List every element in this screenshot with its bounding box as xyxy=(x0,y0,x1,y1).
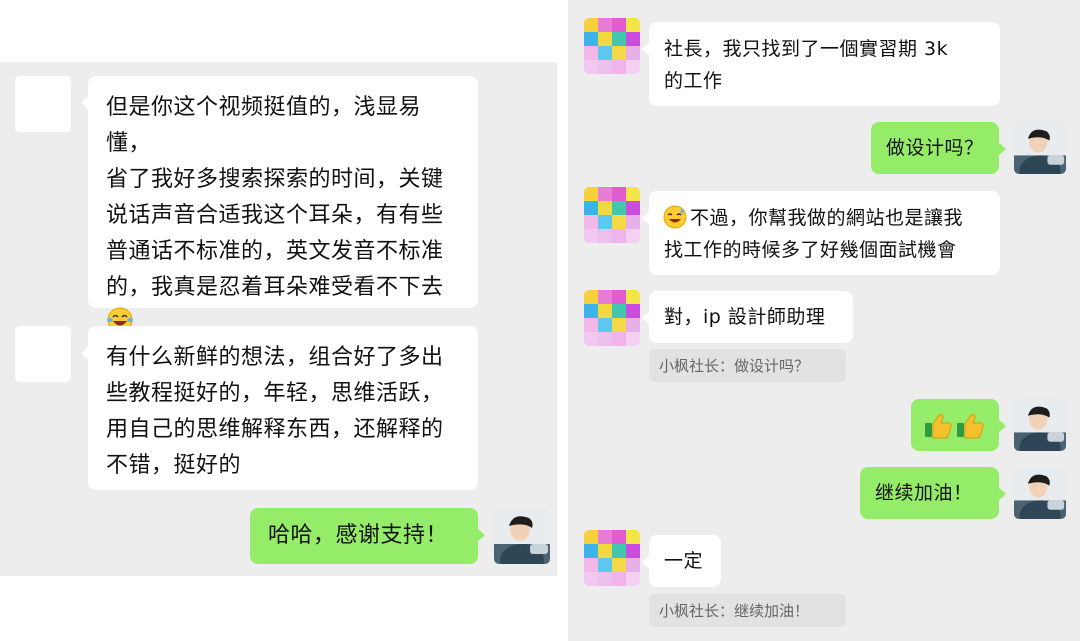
message-text: 一定 xyxy=(664,550,704,572)
my-avatar[interactable] xyxy=(1014,467,1066,519)
contact-avatar[interactable] xyxy=(15,326,71,382)
contact-avatar[interactable] xyxy=(15,76,71,132)
message-bubble[interactable]: 一定 xyxy=(642,535,721,587)
message-bubble[interactable]: 有什么新鲜的想法，组合好了多出 些教程挺好的，年轻，思维活跃， 用自己的思维解释… xyxy=(81,326,478,490)
contact-avatar-mosaic[interactable] xyxy=(584,187,640,243)
thumbs-up-emoji xyxy=(923,413,987,444)
contact-avatar-mosaic[interactable] xyxy=(584,530,640,586)
message-text: 继续加油！ xyxy=(875,482,973,504)
my-avatar[interactable] xyxy=(1014,399,1066,451)
my-avatar[interactable] xyxy=(1014,122,1066,174)
sweat-smile-emoji xyxy=(663,205,687,239)
message-text: 做设计吗？ xyxy=(886,137,984,159)
message-bubble[interactable]: 對，ip 設計師助理 xyxy=(642,291,853,343)
my-avatar[interactable] xyxy=(494,508,550,564)
message-text: 對，ip 設計師助理 xyxy=(664,306,826,328)
message-text: 有什么新鲜的想法，组合好了多出 些教程挺好的，年轻，思维活跃， 用自己的思维解释… xyxy=(106,345,444,478)
message-text: 不過，你幫我做的網站也是讓我 找工作的時候多了好幾個面試機會 xyxy=(664,207,964,261)
message-text: 哈哈，感谢支持！ xyxy=(268,523,449,548)
message-bubble-mine[interactable] xyxy=(911,399,1006,451)
message-bubble[interactable]: 社長，我只找到了一個實習期 3k 的工作 xyxy=(642,22,1000,106)
message-text: 社長，我只找到了一個實習期 3k 的工作 xyxy=(664,38,949,92)
message-bubble[interactable]: 但是你这个视频挺值的，浅显易懂， 省了我好多搜索探索的时间，关键 说话声音合适我… xyxy=(81,76,478,333)
quoted-reply[interactable]: 小枫社长：做设计吗？ xyxy=(649,349,846,382)
right-chat-panel: 社長，我只找到了一個實習期 3k 的工作 做设计吗？ 不過，你幫我做的網站也是讓… xyxy=(568,0,1080,641)
message-bubble[interactable]: 不過，你幫我做的網站也是讓我 找工作的時候多了好幾個面試機會 xyxy=(642,191,1000,275)
contact-avatar-mosaic[interactable] xyxy=(584,18,640,74)
left-chat-panel: 但是你这个视频挺值的，浅显易懂， 省了我好多搜索探索的时间，关键 说话声音合适我… xyxy=(0,62,557,576)
message-bubble-mine[interactable]: 哈哈，感谢支持！ xyxy=(250,508,485,564)
quoted-reply[interactable]: 小枫社长：继续加油！ xyxy=(649,594,846,627)
message-text: 但是你这个视频挺值的，浅显易懂， 省了我好多搜索探索的时间，关键 说话声音合适我… xyxy=(106,95,444,300)
contact-avatar-mosaic[interactable] xyxy=(584,290,640,346)
message-bubble-mine[interactable]: 做设计吗？ xyxy=(871,122,1006,174)
message-bubble-mine[interactable]: 继续加油！ xyxy=(860,467,1006,519)
